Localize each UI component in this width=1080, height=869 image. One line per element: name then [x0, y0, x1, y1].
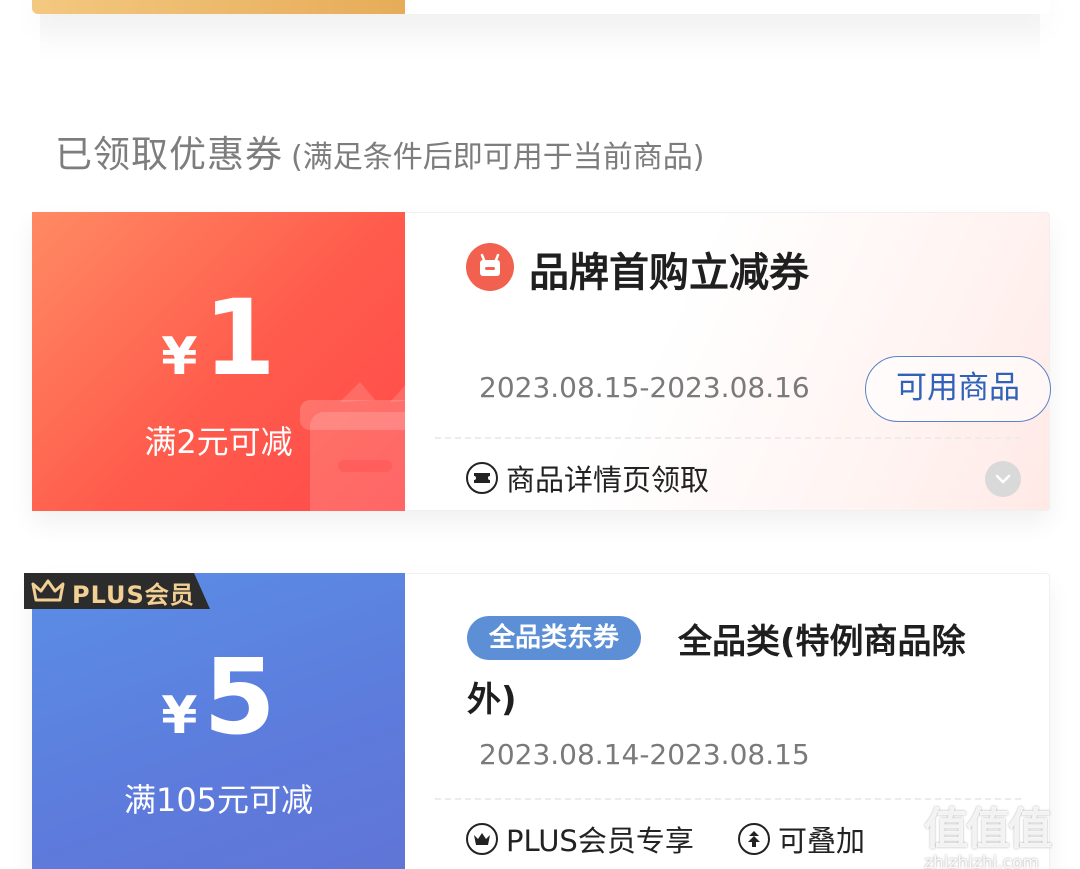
coupon-title-line1: 全品类(特例商品除	[678, 622, 966, 662]
currency-symbol: ¥	[161, 327, 198, 387]
chevron-down-icon[interactable]	[985, 461, 1021, 497]
amount-value: 5	[203, 636, 276, 758]
previous-coupon-shadow	[40, 14, 1040, 64]
section-title: 已领取优惠券	[55, 133, 283, 176]
watermark-logo: 值值值	[924, 804, 1052, 855]
coupon-source: 商品详情页领取	[466, 457, 709, 499]
coupon-info-panel: 品牌首购立减券 2023.08.15-2023.08.16 可用商品 商品详情页…	[405, 212, 1051, 511]
coupon-title-line2: 外)	[467, 680, 517, 720]
ticket-icon	[466, 462, 498, 494]
available-products-button[interactable]: 可用商品	[865, 356, 1051, 422]
section-heading: 已领取优惠券 (满足条件后即可用于当前商品)	[55, 124, 704, 178]
stackable-feature: 可叠加	[738, 818, 865, 860]
coupon-divider	[435, 437, 1021, 439]
coupon-amount-panel: ¥5 满105元可减	[32, 573, 405, 869]
coupon-condition: 满2元可减	[144, 423, 293, 461]
previous-coupon-right-strip	[405, 0, 1050, 14]
coupon-amount: ¥1	[32, 286, 405, 390]
stackable-label: 可叠加	[778, 824, 866, 858]
plus-badge-label: PLUS会员	[72, 581, 195, 609]
coupon-title: 品牌首购立减券	[529, 250, 809, 296]
coupon-date-range: 2023.08.15-2023.08.16	[479, 371, 810, 404]
coupon-source-label: 商品详情页领取	[506, 463, 710, 497]
coupon-card-all-category[interactable]: ¥5 满105元可减 全品类东券 全品类(特例商品除 外) 2023.08.14…	[32, 573, 1050, 869]
previous-coupon-left-strip	[32, 0, 405, 14]
coupon-type-tag: 全品类东券	[467, 616, 642, 660]
coupon-amount-panel: ¥1 满2元可减	[32, 212, 405, 511]
coupon-condition: 满105元可减	[123, 781, 314, 819]
brand-shop-icon	[466, 243, 514, 291]
plus-member-badge: PLUS会员	[24, 573, 210, 609]
coupon-card-brand-first-purchase[interactable]: ¥1 满2元可减 品牌首购立减券 2023.08.15-2023.08.16 可…	[32, 212, 1051, 511]
amount-value: 1	[203, 277, 276, 399]
previous-coupon-remnant	[32, 0, 1050, 14]
section-subtitle: (满足条件后即可用于当前商品)	[291, 140, 705, 175]
currency-symbol: ¥	[161, 686, 198, 746]
coupon-date-range: 2023.08.14-2023.08.15	[479, 738, 810, 771]
coupon-amount: ¥5	[32, 645, 405, 749]
crown-icon	[466, 823, 498, 855]
stack-icon	[738, 823, 770, 855]
site-watermark: 值值值 zhizhizhi.com	[924, 793, 1072, 869]
crown-icon	[31, 579, 65, 602]
plus-exclusive-label: PLUS会员专享	[506, 824, 694, 858]
plus-exclusive-feature: PLUS会员专享	[466, 818, 694, 860]
